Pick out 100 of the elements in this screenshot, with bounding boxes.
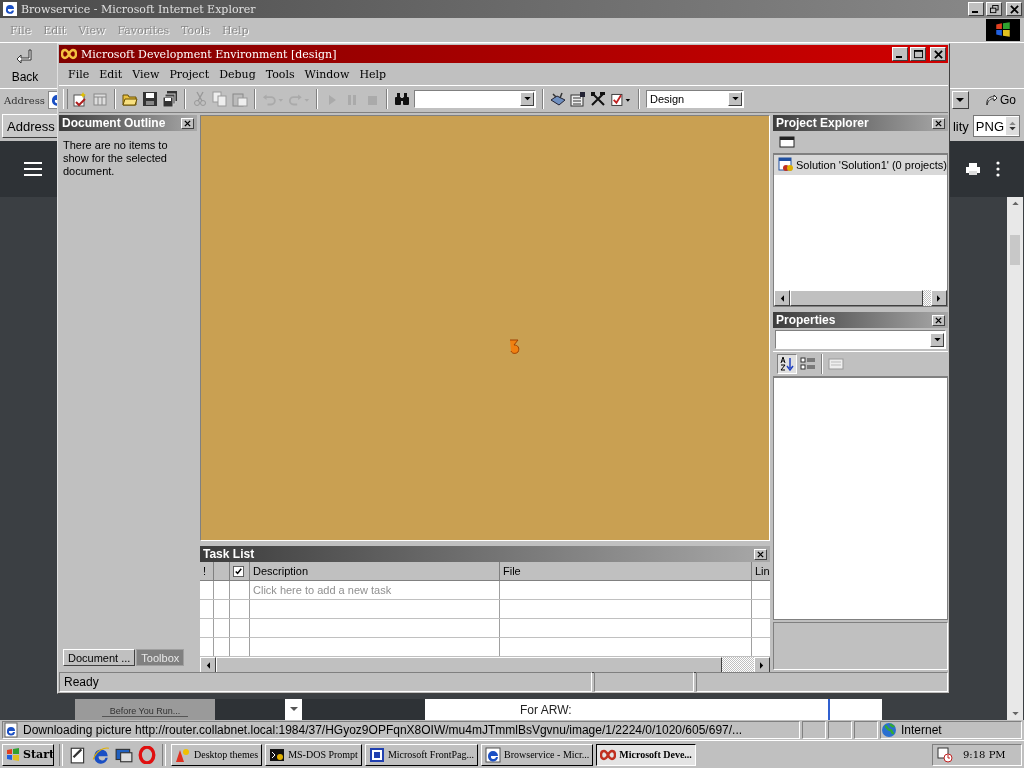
solution-icon bbox=[778, 157, 794, 173]
opera-icon[interactable] bbox=[138, 745, 156, 764]
menu-item[interactable]: View bbox=[127, 67, 165, 81]
address-label: Address bbox=[4, 94, 45, 106]
scroll-right-icon[interactable] bbox=[760, 661, 764, 669]
close-button[interactable] bbox=[181, 117, 194, 129]
taskbar-button[interactable]: Browservice - Micr... bbox=[481, 743, 594, 766]
save-all-icon[interactable] bbox=[162, 91, 178, 107]
binoculars-icon[interactable] bbox=[394, 91, 410, 107]
column-header[interactable]: Description bbox=[250, 562, 500, 580]
go-button[interactable]: Go bbox=[980, 90, 1020, 110]
menu-item[interactable]: Edit bbox=[94, 67, 128, 81]
menu-item[interactable]: Window bbox=[299, 67, 355, 81]
status-pane bbox=[854, 721, 878, 739]
close-button[interactable] bbox=[932, 314, 945, 326]
close-icon bbox=[933, 49, 943, 59]
menu-item[interactable]: Project bbox=[164, 67, 215, 81]
checkbox-icon bbox=[233, 565, 244, 577]
column-header[interactable]: Lin bbox=[752, 562, 770, 580]
object-combo-box[interactable] bbox=[775, 330, 946, 349]
close-button[interactable] bbox=[930, 47, 946, 61]
panel-title-bar: Task List bbox=[200, 546, 770, 562]
caret-down-icon[interactable] bbox=[1011, 712, 1019, 716]
dos-prompt-icon bbox=[269, 746, 286, 763]
status-pane bbox=[828, 721, 852, 739]
menu-item[interactable]: Debug bbox=[214, 67, 261, 81]
security-zone: Internet bbox=[880, 721, 1022, 739]
printer-icon[interactable] bbox=[966, 162, 980, 176]
close-icon bbox=[935, 119, 942, 127]
restore-button[interactable] bbox=[986, 2, 1002, 16]
new-project-icon[interactable] bbox=[72, 91, 88, 107]
solution-explorer-icon[interactable] bbox=[550, 91, 566, 107]
caret-down-icon bbox=[956, 97, 965, 103]
more-options-icon[interactable] bbox=[996, 161, 1000, 177]
save-icon[interactable] bbox=[142, 91, 158, 107]
maximize-button[interactable] bbox=[910, 47, 926, 61]
start-button[interactable]: Start bbox=[2, 743, 54, 766]
windows-logo-icon bbox=[986, 19, 1020, 41]
window-icon[interactable] bbox=[779, 134, 795, 150]
paint-icon bbox=[175, 746, 191, 763]
menu-item[interactable]: Tools bbox=[260, 67, 300, 81]
panel-tab[interactable]: Document ... bbox=[63, 649, 136, 666]
column-header[interactable]: File bbox=[500, 562, 752, 580]
windows-logo-icon bbox=[5, 746, 21, 763]
window-title: Browservice - Microsoft Internet Explorer bbox=[21, 2, 256, 16]
clock: 9:18 PM bbox=[963, 749, 1006, 760]
close-icon bbox=[1009, 4, 1019, 14]
taskbar-button[interactable]: Microsoft Deve... bbox=[596, 743, 696, 766]
scrollbar[interactable] bbox=[774, 290, 947, 306]
thumbnail[interactable]: Before You Run... bbox=[75, 699, 215, 720]
empty-message: There are no items to show for the selected document. bbox=[63, 139, 169, 178]
taskbar-button[interactable]: MS-DOS Prompt bbox=[265, 743, 362, 766]
column-header[interactable]: ! bbox=[200, 562, 214, 580]
menu-item[interactable]: File bbox=[63, 67, 95, 81]
scrollbar[interactable] bbox=[1007, 197, 1023, 720]
panel-title-bar: Document Outline bbox=[59, 115, 197, 131]
address-dropdown-button[interactable] bbox=[952, 91, 969, 109]
view-mode-combo-box[interactable]: Design bbox=[646, 90, 744, 108]
categorized-icon[interactable] bbox=[800, 356, 816, 372]
tree-item[interactable]: Solution 'Solution1' (0 projects) bbox=[774, 155, 947, 175]
menu-icon[interactable] bbox=[24, 162, 42, 176]
minimize-button[interactable] bbox=[968, 2, 984, 16]
scroll-thumb[interactable] bbox=[1010, 235, 1020, 265]
caret-down-icon bbox=[731, 97, 739, 101]
address-button[interactable]: Address bbox=[2, 114, 60, 138]
browser-icon[interactable] bbox=[92, 745, 110, 764]
caret-down-icon bbox=[933, 337, 941, 342]
quality-label: lity bbox=[952, 118, 969, 134]
browser-icon bbox=[2, 1, 18, 17]
notepad-icon[interactable] bbox=[69, 745, 87, 764]
sort-alphabetical-icon[interactable] bbox=[777, 354, 797, 374]
scroll-right-icon[interactable] bbox=[937, 294, 941, 302]
task-checklist-icon[interactable] bbox=[610, 91, 632, 107]
scroll-left-icon[interactable] bbox=[780, 294, 784, 302]
format-spinner[interactable]: PNG bbox=[972, 115, 1020, 137]
find-combo-box[interactable] bbox=[414, 90, 536, 108]
scroll-left-icon[interactable] bbox=[206, 661, 210, 669]
menu-item[interactable]: Help bbox=[354, 67, 392, 81]
scroll-thumb[interactable] bbox=[790, 290, 923, 306]
properties-icon[interactable] bbox=[570, 91, 586, 107]
close-button[interactable] bbox=[1006, 2, 1022, 16]
taskbar-button[interactable]: Microsoft FrontPag... bbox=[364, 743, 478, 766]
maximize-icon bbox=[913, 49, 923, 59]
close-button[interactable] bbox=[754, 548, 767, 560]
close-icon bbox=[757, 550, 764, 558]
scroll-track[interactable] bbox=[923, 290, 931, 306]
hammer-wrench-icon[interactable] bbox=[590, 91, 606, 107]
minimize-button[interactable] bbox=[892, 47, 908, 61]
input-field[interactable]: For ARW: bbox=[425, 699, 882, 720]
minimize-icon bbox=[896, 56, 902, 58]
infinity-icon bbox=[61, 46, 77, 62]
taskbar-button[interactable]: Desktop themes bbox=[171, 743, 263, 766]
dropdown-button[interactable] bbox=[285, 699, 302, 720]
scheduler-icon[interactable] bbox=[937, 746, 953, 763]
column-header[interactable] bbox=[230, 562, 250, 580]
folder-icon[interactable] bbox=[122, 91, 138, 107]
caret-up-icon[interactable] bbox=[1011, 201, 1019, 205]
back-button[interactable]: Back bbox=[0, 44, 50, 87]
close-button[interactable] bbox=[932, 117, 945, 129]
panel-title-bar: Properties bbox=[773, 312, 948, 328]
